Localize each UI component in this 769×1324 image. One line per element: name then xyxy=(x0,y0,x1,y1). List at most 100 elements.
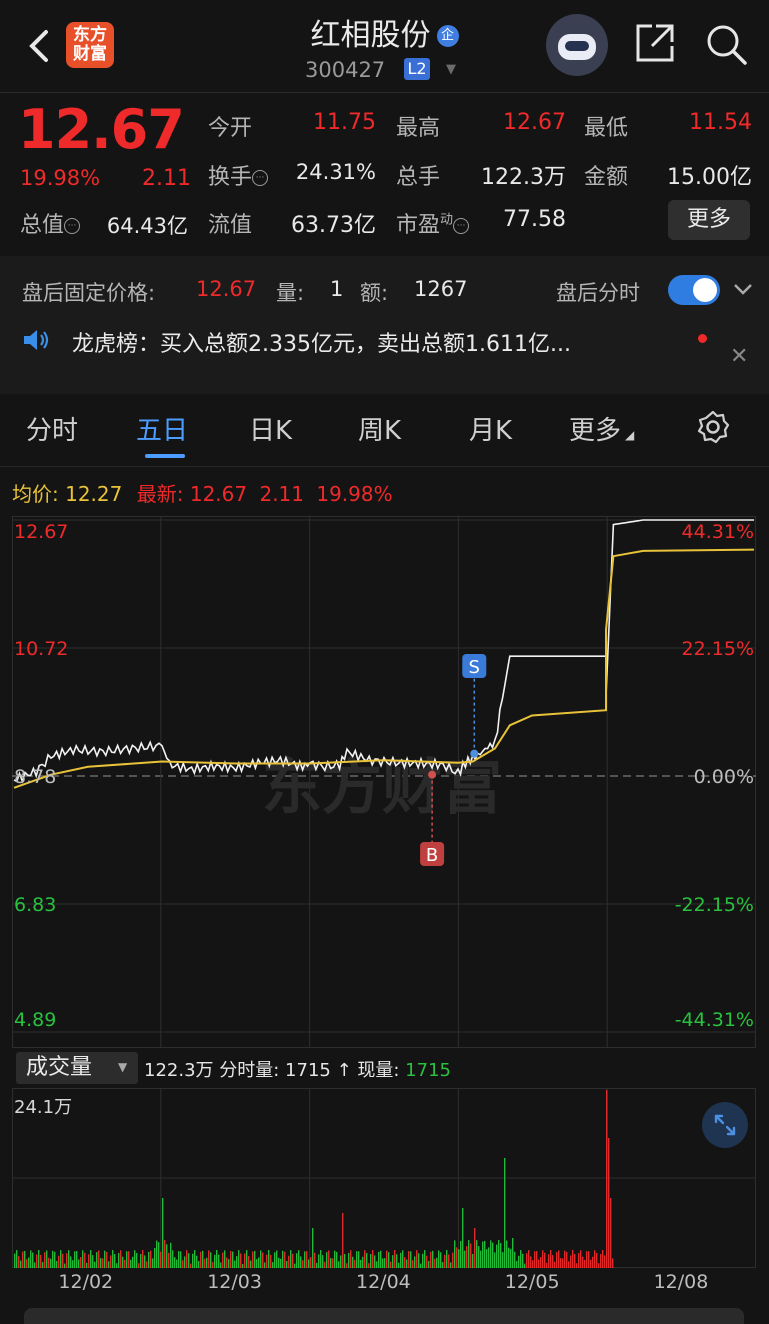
volume-bar xyxy=(414,1256,416,1268)
turnover-label[interactable]: 换手 ··· xyxy=(208,159,269,191)
volume-bar xyxy=(278,1257,280,1268)
volume-bar xyxy=(162,1198,164,1268)
info-icon[interactable]: ··· xyxy=(252,170,269,186)
volume-bar xyxy=(350,1250,352,1268)
y-left-tick: 10.72 xyxy=(14,638,68,660)
volume-bar xyxy=(450,1262,452,1268)
volume-bar xyxy=(318,1254,320,1268)
change-amount: 2.11 xyxy=(142,166,191,191)
volume-bar xyxy=(312,1228,314,1268)
open-label: 今开 xyxy=(208,116,253,141)
volume-bar xyxy=(588,1251,590,1268)
volume-bar xyxy=(136,1253,138,1268)
share-icon[interactable] xyxy=(634,22,676,64)
level2-badge[interactable]: L2 xyxy=(404,58,430,80)
open-value: 11.75 xyxy=(313,110,376,135)
volume-bar xyxy=(134,1250,136,1268)
volume-bar xyxy=(518,1255,520,1268)
volume-bar xyxy=(526,1253,528,1268)
info-icon[interactable]: ··· xyxy=(453,218,470,234)
volume-bar xyxy=(498,1240,500,1268)
news-text[interactable]: 龙虎榜：买入总额2.335亿元，卖出总额1.611亿... xyxy=(72,326,571,358)
y-right-tick: 0.00% xyxy=(694,766,754,788)
volume-bar xyxy=(296,1253,298,1268)
volume-bar xyxy=(524,1263,526,1268)
volume-bar xyxy=(232,1251,234,1268)
volume-bar xyxy=(516,1260,518,1268)
corner-triangle-icon: ◢ xyxy=(625,428,635,442)
volume-bar xyxy=(326,1252,328,1268)
volume-bar xyxy=(186,1250,188,1268)
volume-bar xyxy=(420,1263,422,1268)
expand-icon[interactable] xyxy=(702,1102,748,1148)
volume-bar xyxy=(250,1260,252,1268)
volume-bar xyxy=(56,1260,58,1268)
volume-bar xyxy=(266,1254,268,1268)
volume-bar xyxy=(242,1263,244,1268)
volume-bar xyxy=(558,1250,560,1268)
volume-bar xyxy=(432,1250,434,1268)
mktcap-label[interactable]: 总值 ··· xyxy=(20,207,81,239)
volume-bar xyxy=(396,1254,398,1268)
last-price: 12.67 xyxy=(18,98,185,161)
volume-bar xyxy=(592,1256,594,1268)
caret-down-icon[interactable]: ▼ xyxy=(118,1060,127,1074)
tab-more[interactable]: 更多 ◢ xyxy=(569,410,634,447)
y-left-tick: 6.83 xyxy=(14,894,56,916)
gear-icon[interactable] xyxy=(696,410,730,444)
volume-bar xyxy=(424,1250,426,1268)
tab-intraday[interactable]: 分时 xyxy=(26,410,78,447)
volume-chart[interactable] xyxy=(12,1088,756,1268)
info-icon[interactable]: ··· xyxy=(64,218,81,234)
volume-bar xyxy=(152,1258,154,1268)
after-hours-toggle[interactable] xyxy=(668,275,720,305)
volume-bar xyxy=(378,1251,380,1268)
volume-bar xyxy=(24,1250,26,1268)
volume-bar xyxy=(478,1246,480,1268)
volume-bar xyxy=(386,1250,388,1268)
stock-code[interactable]: 300427 xyxy=(305,58,385,82)
tab-weekly-k[interactable]: 周K xyxy=(358,410,401,447)
chevron-down-icon[interactable] xyxy=(732,278,754,304)
volume-bar xyxy=(440,1252,442,1268)
volume-bar xyxy=(358,1251,360,1268)
volume-bar xyxy=(194,1250,196,1268)
volume-bar xyxy=(248,1256,250,1268)
volume-bar xyxy=(462,1208,464,1268)
more-button[interactable]: 更多 xyxy=(668,200,750,240)
close-icon[interactable]: ✕ xyxy=(730,344,748,369)
after-vol-label: 量: xyxy=(276,281,305,305)
volume-bar xyxy=(188,1253,190,1268)
low-value: 11.54 xyxy=(689,110,752,135)
robot-avatar-icon[interactable] xyxy=(546,14,608,76)
volume-bar xyxy=(274,1252,276,1268)
tab-daily-k[interactable]: 日K xyxy=(249,410,292,447)
volume-bar xyxy=(596,1253,598,1268)
caret-down-icon[interactable]: ▼ xyxy=(446,62,456,77)
pe-label[interactable]: 市盈动 ··· xyxy=(396,207,470,239)
volume-bar xyxy=(140,1254,142,1268)
search-icon[interactable] xyxy=(704,22,748,66)
volume-bar xyxy=(58,1255,60,1268)
volume-bar xyxy=(390,1261,392,1268)
volume-bar xyxy=(514,1251,516,1268)
latest-label: 最新: xyxy=(136,482,184,506)
volume-bar xyxy=(196,1255,198,1268)
volume-value: 122.3万 xyxy=(481,165,566,190)
volume-bar xyxy=(458,1249,460,1268)
bottom-sheet-handle[interactable] xyxy=(24,1308,744,1324)
volume-bar xyxy=(100,1258,102,1268)
volume-bar xyxy=(40,1254,42,1268)
volume-bar xyxy=(72,1260,74,1268)
speaker-icon xyxy=(22,327,52,353)
tab-five-day[interactable]: 五日 xyxy=(136,410,188,447)
volume-bar xyxy=(202,1250,204,1268)
volume-bar xyxy=(536,1251,538,1268)
volume-bar xyxy=(418,1253,420,1268)
volume-bar xyxy=(574,1254,576,1268)
volume-bar xyxy=(200,1251,202,1268)
volume-bar xyxy=(604,1255,606,1268)
price-chart[interactable]: 东方财富 12.67 44.31%10.72 22.15%8.78 0.00%6.83… xyxy=(12,516,756,1048)
volume-bar xyxy=(320,1250,322,1268)
tab-monthly-k[interactable]: 月K xyxy=(469,410,512,447)
